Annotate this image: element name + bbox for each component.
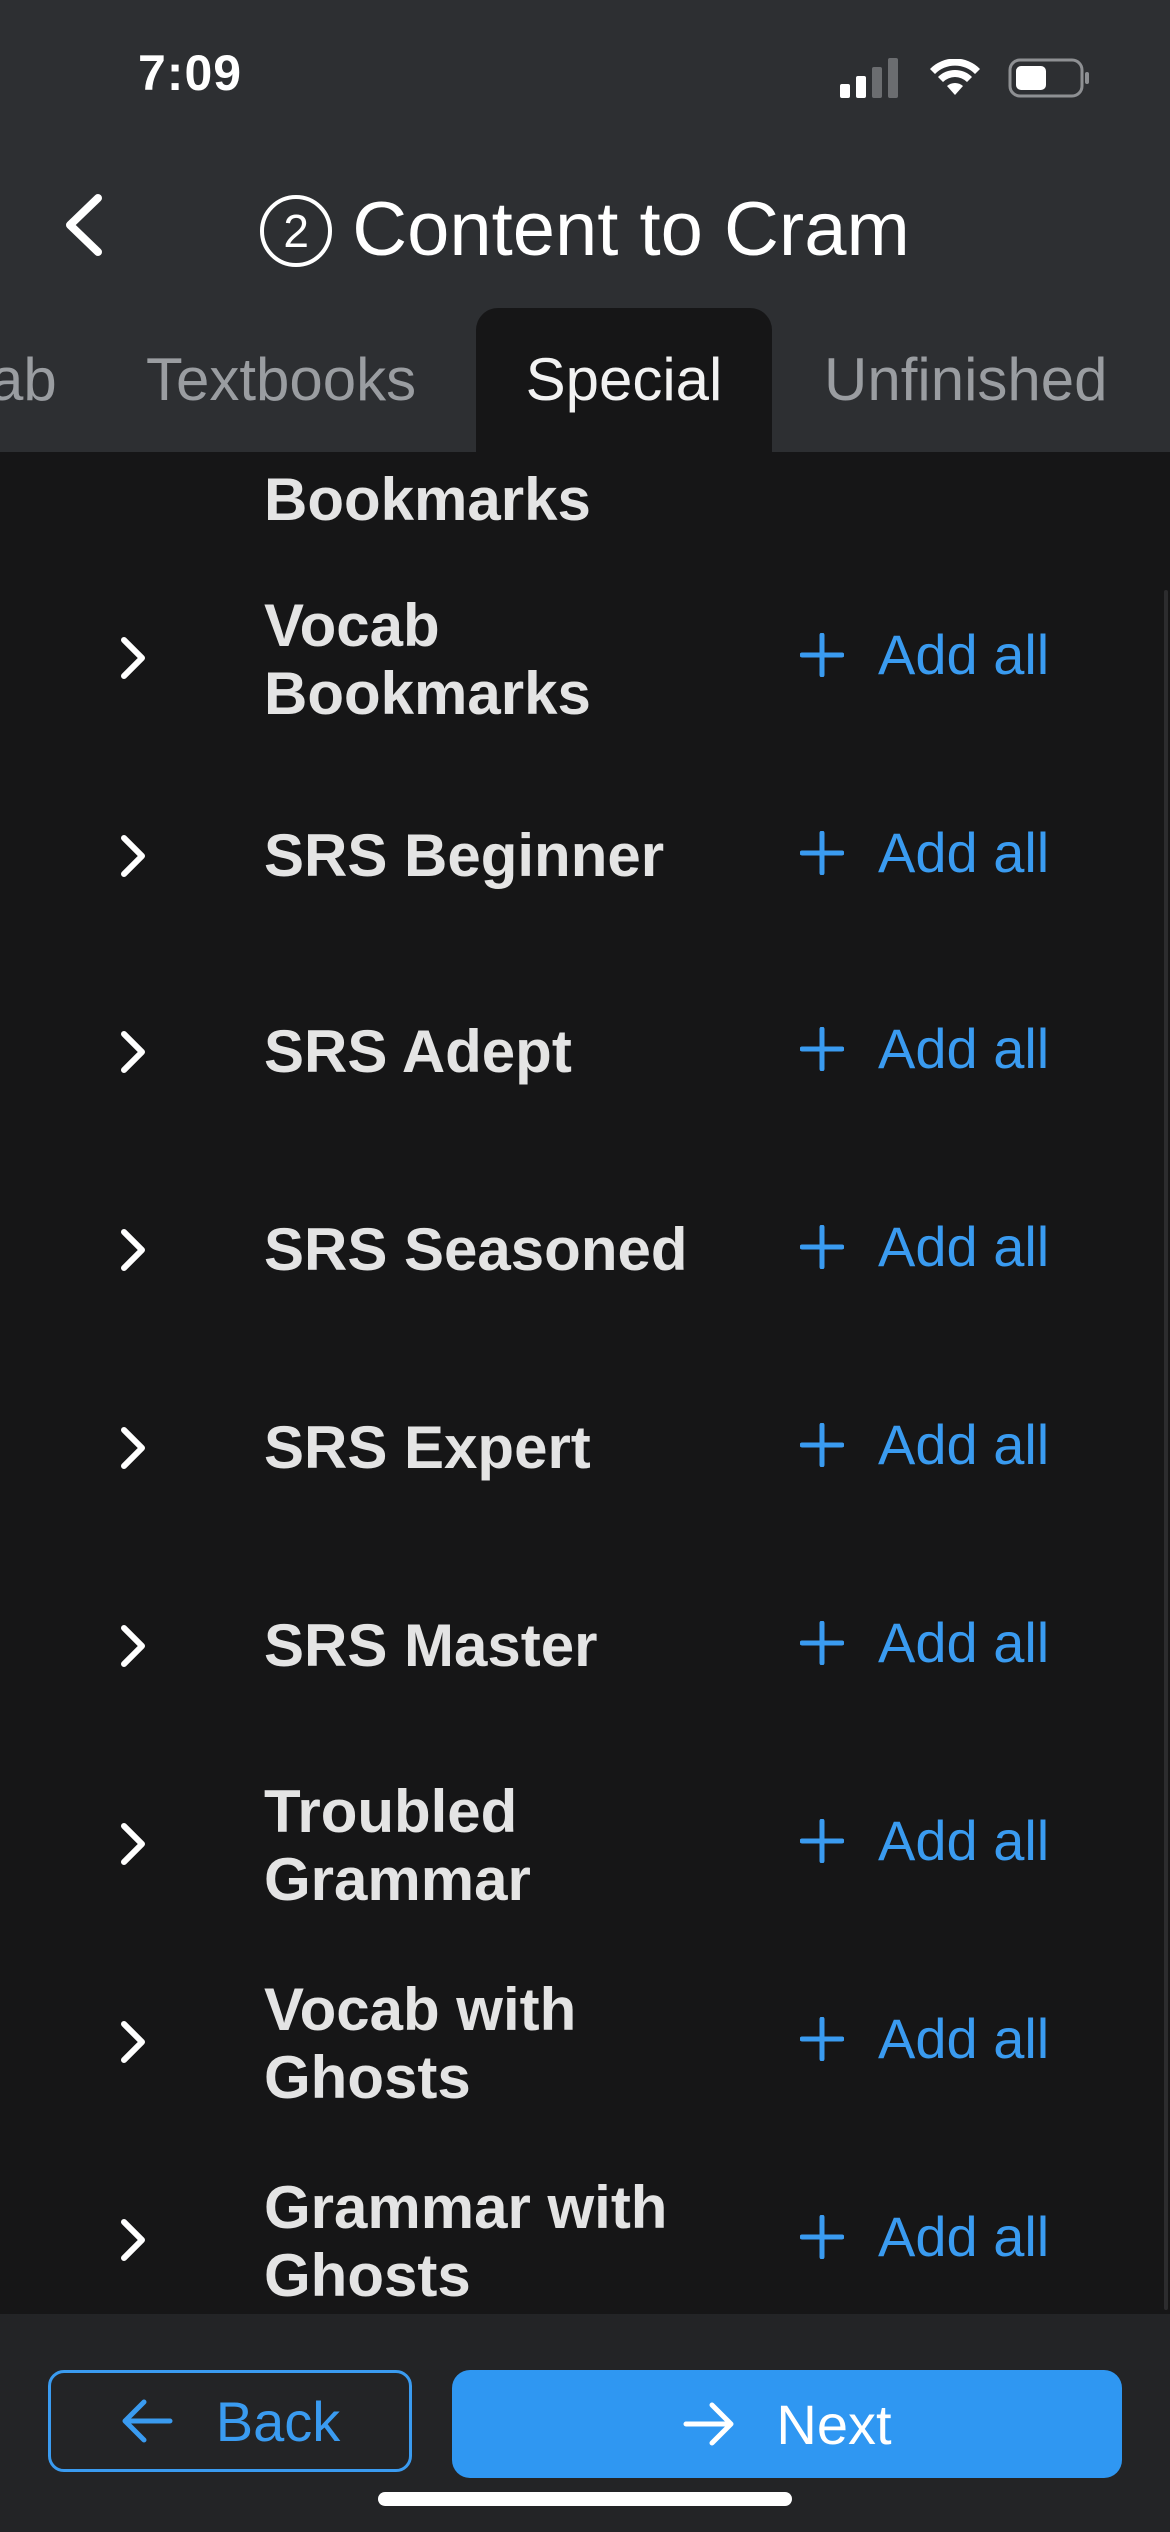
status-icons — [840, 56, 1090, 100]
list-item[interactable]: Troubled Grammar Add all — [0, 1746, 1170, 1944]
status-time: 7:09 — [138, 45, 243, 101]
tab-textbooks[interactable]: Textbooks — [146, 308, 416, 452]
list-item[interactable]: Vocab Bookmarks Add all — [0, 558, 1170, 756]
chevron-right-icon[interactable] — [112, 2210, 152, 2270]
plus-icon — [800, 1224, 844, 1269]
home-indicator[interactable] — [378, 2492, 792, 2506]
next-button[interactable]: Next — [452, 2370, 1122, 2478]
plus-icon — [800, 2214, 844, 2259]
special-list: Bookmarks Add all Vocab Bookmarks Add al… — [0, 452, 1170, 2314]
arrow-left-icon — [122, 2399, 173, 2443]
page-title: 2 Content to Cram — [0, 180, 1170, 280]
plus-icon — [800, 1620, 844, 1665]
list-item[interactable]: Bookmarks Add all — [0, 452, 1170, 558]
add-all-button[interactable]: Add all — [800, 1214, 1049, 1279]
chevron-right-icon[interactable] — [112, 1220, 152, 1280]
tab-special[interactable]: Special — [476, 308, 772, 452]
plus-icon — [800, 1422, 844, 1467]
battery-icon — [1008, 58, 1089, 98]
add-all-button[interactable]: Add all — [800, 2006, 1049, 2071]
list-item[interactable]: SRS Seasoned Add all — [0, 1152, 1170, 1350]
wifi-icon — [930, 59, 980, 95]
tab-unfinished[interactable]: Unfinished — [824, 308, 1108, 452]
back-button[interactable]: Back — [48, 2370, 412, 2472]
list-item-label: Bookmarks — [264, 466, 591, 533]
arrow-right-icon — [683, 2402, 734, 2446]
add-all-button[interactable]: Add all — [800, 2204, 1049, 2269]
list-item[interactable]: Vocab with Ghosts Add all — [0, 1944, 1170, 2142]
list-item-label: Grammar with Ghosts — [264, 2174, 668, 2309]
add-all-label: Add all — [878, 821, 1050, 884]
add-all-label: Add all — [878, 2007, 1050, 2070]
add-all-button[interactable]: Add all — [800, 1808, 1049, 1873]
tab-bar: ab Textbooks Special Unfinished — [0, 308, 1170, 452]
add-all-label: Add all — [878, 1017, 1050, 1080]
chevron-right-icon[interactable] — [112, 826, 152, 886]
list-item-label: SRS Beginner — [264, 822, 665, 889]
list-item[interactable]: SRS Expert Add all — [0, 1350, 1170, 1548]
list-item-label: SRS Adept — [264, 1018, 572, 1085]
next-button-label: Next — [776, 2392, 892, 2456]
add-all-button[interactable]: Add all — [800, 1412, 1049, 1477]
chevron-right-icon[interactable] — [112, 1022, 152, 1082]
list-item[interactable]: Grammar with Ghosts Add all — [0, 2142, 1170, 2314]
chevron-right-icon[interactable] — [112, 1616, 152, 1676]
chevron-right-icon[interactable] — [112, 2012, 152, 2072]
list-item-label: Vocab Bookmarks — [264, 592, 591, 727]
chevron-right-icon[interactable] — [112, 628, 152, 688]
plus-icon — [800, 1026, 844, 1071]
chevron-right-icon[interactable] — [112, 452, 152, 454]
plus-icon — [800, 830, 844, 875]
add-all-button[interactable]: Add all — [800, 1016, 1049, 1081]
list-item-label: SRS Seasoned — [264, 1216, 688, 1283]
list-item-label: SRS Expert — [264, 1414, 591, 1481]
add-all-label: Add all — [878, 1215, 1050, 1278]
plus-icon — [800, 1818, 844, 1863]
add-all-label: Add all — [878, 1611, 1050, 1674]
list-item[interactable]: SRS Master Add all — [0, 1548, 1170, 1746]
tab-vocab[interactable]: ab — [0, 308, 57, 452]
screen: 7:09 2 Content to Cram ab Textbooks Spec… — [0, 0, 1170, 2532]
cellular-signal-icon — [840, 58, 898, 98]
scrollbar[interactable] — [1164, 590, 1168, 2310]
add-all-label: Add all — [878, 452, 1049, 455]
chevron-right-icon[interactable] — [112, 1814, 152, 1874]
chevron-right-icon[interactable] — [112, 1418, 152, 1478]
plus-icon — [800, 632, 844, 677]
add-all-label: Add all — [878, 623, 1050, 686]
step-number-badge: 2 — [260, 195, 333, 267]
add-all-button[interactable]: Add all — [800, 1610, 1049, 1675]
add-all-label: Add all — [878, 2205, 1050, 2268]
add-all-label: Add all — [878, 1413, 1050, 1476]
header: 7:09 2 Content to Cram ab Textbooks Spec… — [0, 0, 1170, 452]
page-title-text: Content to Cram — [352, 187, 910, 272]
list-item[interactable]: SRS Beginner Add all — [0, 756, 1170, 954]
list-item-label: Troubled Grammar — [264, 1778, 531, 1913]
list-item-label: Vocab with Ghosts — [264, 1976, 577, 2111]
add-all-label: Add all — [878, 1809, 1050, 1872]
list-item[interactable]: SRS Adept Add all — [0, 954, 1170, 1152]
list-item-label: SRS Master — [264, 1612, 598, 1679]
add-all-button[interactable]: Add all — [800, 452, 1049, 455]
add-all-button[interactable]: Add all — [800, 820, 1049, 885]
plus-icon — [800, 2016, 844, 2061]
add-all-button[interactable]: Add all — [800, 622, 1049, 687]
back-button-label: Back — [215, 2389, 341, 2453]
